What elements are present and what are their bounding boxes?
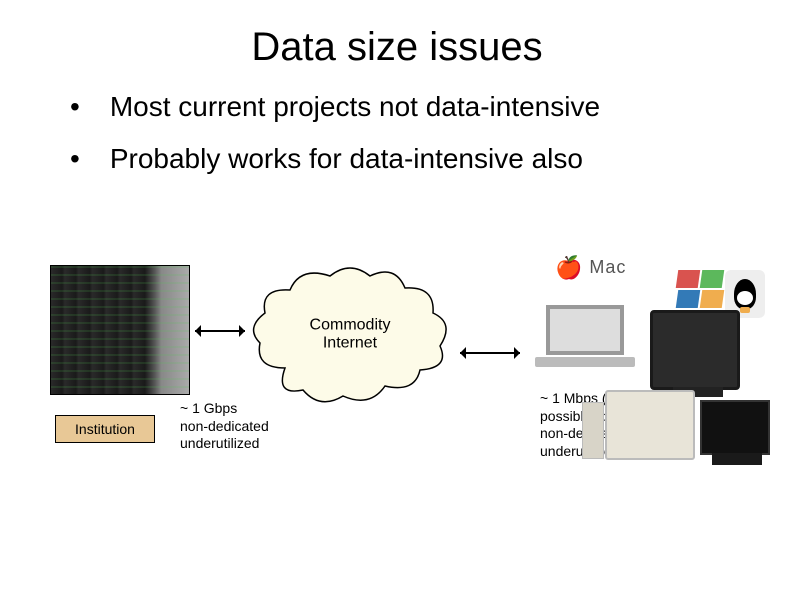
mac-os-logo-icon: 🍎 Mac xyxy=(555,255,626,281)
institution-bandwidth-caption: ~ 1 Gbps non-dedicated underutilized xyxy=(180,400,269,453)
slide-title: Data size issues xyxy=(0,0,794,90)
network-diagram: Institution Commodity Internet ~ 1 Gbps … xyxy=(0,250,794,590)
bullet-item: • Most current projects not data-intensi… xyxy=(70,90,744,124)
crt-monitor-icon xyxy=(650,310,740,390)
caption-line: non-dedicated xyxy=(180,418,269,434)
windows-logo-icon xyxy=(675,270,725,312)
bullet-text: Most current projects not data-intensive xyxy=(110,90,600,124)
desktop-pc-beige-icon xyxy=(605,390,695,460)
server-rack-image xyxy=(50,265,190,395)
mac-label: Mac xyxy=(589,257,626,277)
desktop-pc-black-icon xyxy=(700,400,770,455)
cloud-text-line1: Commodity xyxy=(310,316,391,333)
internet-cloud: Commodity Internet xyxy=(245,258,455,418)
bullet-item: • Probably works for data-intensive also xyxy=(70,142,744,176)
institution-label-box: Institution xyxy=(55,415,155,443)
apple-icon: 🍎 xyxy=(555,255,583,280)
laptop-icon xyxy=(535,305,635,375)
bullet-text: Probably works for data-intensive also xyxy=(110,142,583,176)
double-arrow-right xyxy=(460,352,520,354)
caption-line: ~ 1 Gbps xyxy=(180,400,237,416)
double-arrow-left xyxy=(195,330,245,332)
bullet-marker: • xyxy=(70,142,80,176)
client-devices-cluster: 🍎 Mac xyxy=(525,250,785,470)
institution-label: Institution xyxy=(75,421,135,437)
bullet-marker: • xyxy=(70,90,80,124)
cloud-text-line2: Internet xyxy=(323,335,377,352)
bullet-list: • Most current projects not data-intensi… xyxy=(0,90,794,175)
cloud-label: Commodity Internet xyxy=(310,316,391,353)
caption-line: underutilized xyxy=(180,435,259,451)
